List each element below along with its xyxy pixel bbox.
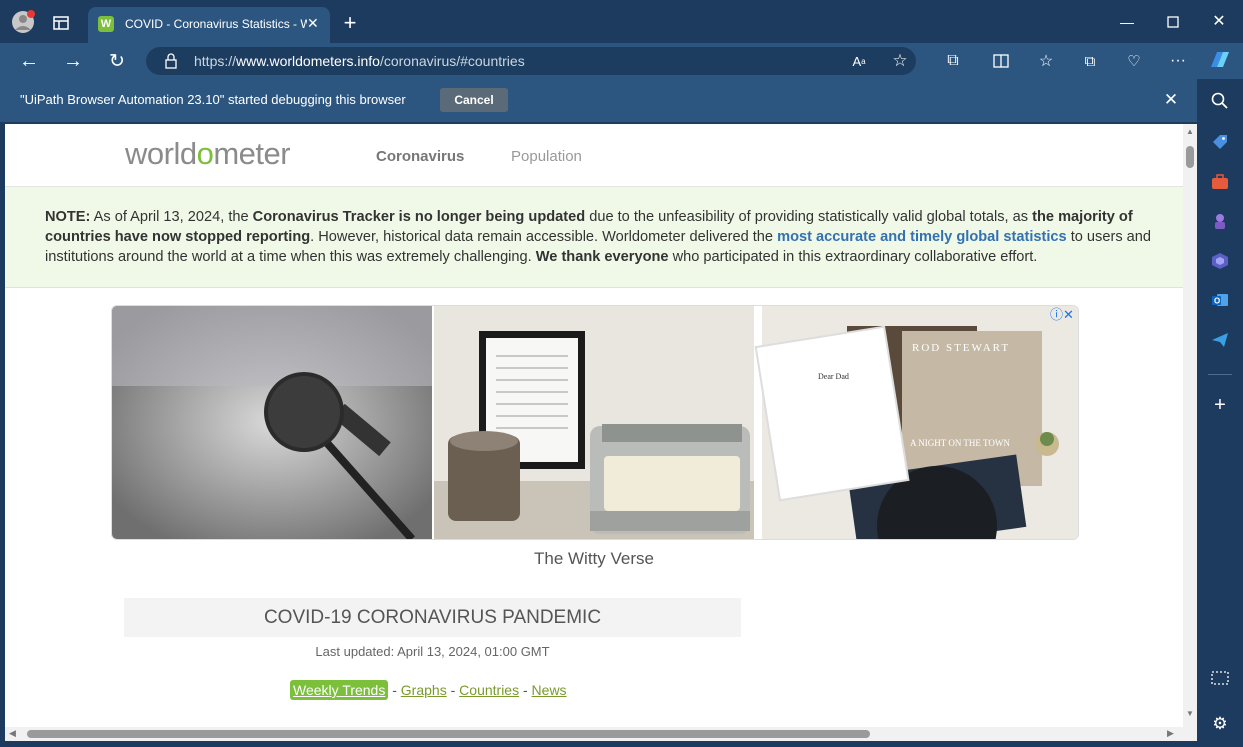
search-icon[interactable] xyxy=(1209,90,1231,112)
more-menu-icon[interactable]: ··· xyxy=(1168,51,1188,71)
note-text: NOTE: As of April 13, 2024, the Coronavi… xyxy=(45,209,1152,265)
ad-info-close-icon[interactable]: ⓘ✕ xyxy=(1050,304,1074,323)
vertical-scroll-thumb[interactable] xyxy=(1186,146,1194,168)
last-updated: Last updated: April 13, 2024, 01:00 GMT xyxy=(315,644,550,659)
screenshot-icon[interactable] xyxy=(1209,668,1231,690)
worldometer-logo[interactable]: worldometer xyxy=(125,136,291,172)
url-text[interactable]: https://www.worldometers.info/coronaviru… xyxy=(194,53,525,69)
accurate-statistics-link[interactable]: most accurate and timely global statisti… xyxy=(777,229,1067,245)
nav-coronavirus[interactable]: Coronavirus xyxy=(376,148,464,165)
edge-sidebar: O + ⚙ xyxy=(1197,79,1243,747)
close-window-icon[interactable]: ✕ xyxy=(1209,11,1229,31)
extensions-icon[interactable]: ⧉ xyxy=(943,51,963,71)
browser-tab-active[interactable]: W COVID - Coronavirus Statistics - Wo ✕ xyxy=(88,7,330,43)
web-page: worldometer Coronavirus Population NOTE:… xyxy=(5,124,1183,727)
pandemic-title: COVID-19 CORONAVIRUS PANDEMIC xyxy=(124,598,741,637)
minimize-icon[interactable]: — xyxy=(1117,12,1137,32)
tab-title: COVID - Coronavirus Statistics - Wo xyxy=(125,17,307,31)
sidebar-divider xyxy=(1208,374,1232,375)
link-separator: - xyxy=(446,682,460,698)
browser-essentials-icon[interactable]: ♡ xyxy=(1124,51,1144,71)
new-tab-icon[interactable]: + xyxy=(340,10,360,35)
ad-album-title: ROD STEWART xyxy=(912,342,1010,354)
games-icon[interactable] xyxy=(1209,210,1231,232)
graphs-link[interactable]: Graphs xyxy=(401,682,447,698)
scroll-down-arrow-icon[interactable]: ▼ xyxy=(1186,709,1194,718)
telegram-send-icon[interactable] xyxy=(1209,329,1231,351)
countries-link[interactable]: Countries xyxy=(459,682,519,698)
ad-frame-title: Dear Dad xyxy=(818,372,849,381)
weekly-trends-link[interactable]: Weekly Trends xyxy=(290,680,389,700)
tools-briefcase-icon[interactable] xyxy=(1209,171,1231,193)
link-separator: - xyxy=(388,682,401,698)
read-aloud-icon[interactable]: Aa xyxy=(850,52,868,70)
infobar-close-icon[interactable]: ✕ xyxy=(1161,90,1181,110)
copilot-icon[interactable] xyxy=(1207,48,1233,72)
horizontal-scroll-thumb[interactable] xyxy=(27,730,870,738)
link-separator: - xyxy=(519,682,532,698)
scroll-right-arrow-icon[interactable]: ▶ xyxy=(1167,728,1174,739)
favorite-star-icon[interactable]: ☆ xyxy=(890,51,910,71)
svg-text:O: O xyxy=(1214,297,1220,306)
settings-gear-icon[interactable]: ⚙ xyxy=(1209,713,1231,735)
tab-close-icon[interactable]: ✕ xyxy=(307,15,319,32)
lock-icon[interactable] xyxy=(163,53,179,69)
maximize-icon[interactable] xyxy=(1163,12,1183,32)
note-banner: NOTE: As of April 13, 2024, the Coronavi… xyxy=(5,187,1183,288)
nav-population[interactable]: Population xyxy=(511,148,582,165)
debugging-infobar: "UiPath Browser Automation 23.10" starte… xyxy=(0,79,1197,122)
news-link[interactable]: News xyxy=(532,682,567,698)
ad-caption[interactable]: The Witty Verse xyxy=(5,549,1183,569)
collections-icon[interactable]: ⧉ xyxy=(1080,51,1100,71)
ad-images[interactable]: Dear Dad ROD STEWART A NIGHT ON THE TOWN xyxy=(112,306,1078,539)
address-bar[interactable]: https://www.worldometers.info/coronaviru… xyxy=(146,47,916,75)
advertisement-banner[interactable]: Dear Dad ROD STEWART A NIGHT ON THE TOWN xyxy=(111,305,1079,540)
refresh-icon[interactable]: ↻ xyxy=(106,50,128,72)
section-links: Weekly Trends - Graphs - Countries - New… xyxy=(290,680,567,700)
ad-album-subtitle: A NIGHT ON THE TOWN xyxy=(910,438,1010,448)
favorites-icon[interactable]: ☆ xyxy=(1036,51,1056,71)
profile-avatar-icon[interactable] xyxy=(11,10,35,34)
forward-icon[interactable]: → xyxy=(62,50,84,72)
scroll-left-arrow-icon[interactable]: ◀ xyxy=(9,728,16,739)
cancel-debugging-button[interactable]: Cancel xyxy=(440,88,508,112)
vertical-scrollbar[interactable]: ▲ ▼ xyxy=(1183,124,1197,727)
infobar-message: "UiPath Browser Automation 23.10" starte… xyxy=(20,92,406,107)
add-sidebar-app-icon[interactable]: + xyxy=(1209,394,1231,416)
microsoft-365-icon[interactable] xyxy=(1209,250,1231,272)
horizontal-scrollbar[interactable]: ◀ ▶ xyxy=(5,727,1197,741)
address-toolbar: ← → ↻ https://www.worldometers.info/coro… xyxy=(0,43,1243,79)
title-bar: W COVID - Coronavirus Statistics - Wo ✕ … xyxy=(0,0,1243,43)
outlook-icon[interactable]: O xyxy=(1209,289,1231,311)
logo-accent-letter: o xyxy=(196,136,214,171)
split-screen-icon[interactable] xyxy=(991,51,1011,71)
worldometer-favicon-icon: W xyxy=(98,16,114,32)
tab-actions-icon[interactable] xyxy=(51,14,71,32)
shopping-tag-icon[interactable] xyxy=(1209,131,1231,153)
back-icon[interactable]: ← xyxy=(18,50,40,72)
scroll-up-arrow-icon[interactable]: ▲ xyxy=(1186,127,1194,136)
